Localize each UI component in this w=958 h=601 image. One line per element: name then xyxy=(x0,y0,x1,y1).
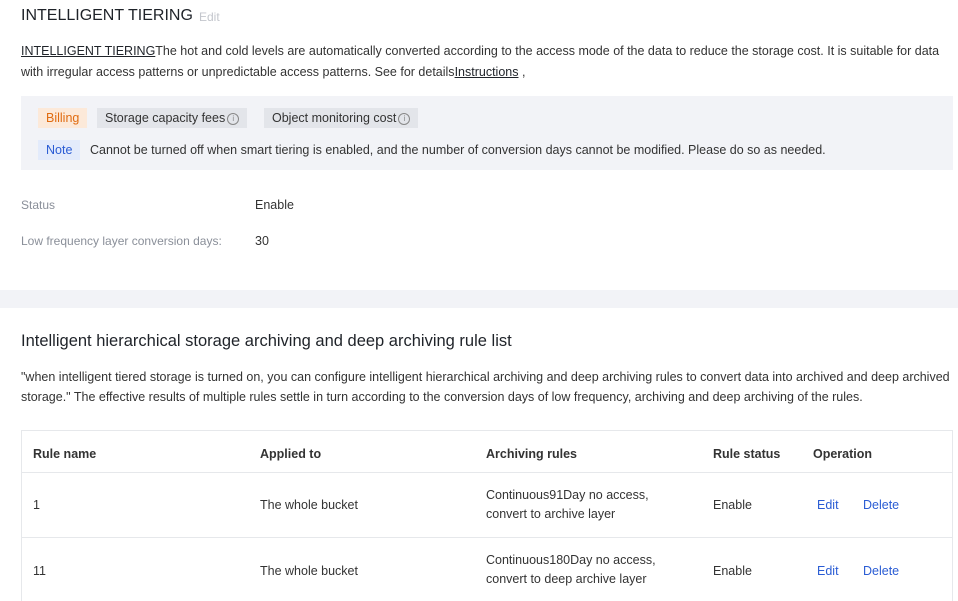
edit-rule-link[interactable]: Edit xyxy=(817,564,839,578)
archiving-rule-cell: Continuous180Day no access, convert to d… xyxy=(486,551,656,589)
header-archiving-rules: Archiving rules xyxy=(486,447,577,461)
rules-section-description: "when intelligent tiered storage is turn… xyxy=(21,370,950,404)
header-rule-name: Rule name xyxy=(33,447,97,461)
tiering-term-link[interactable]: INTELLIGENT TIERING xyxy=(21,44,155,58)
conversion-days-label: Low frequency layer conversion days: xyxy=(21,234,222,248)
intelligent-tiering-section: INTELLIGENT TIERING Edit INTELLIGENT TIE… xyxy=(0,0,958,290)
info-icon[interactable]: i xyxy=(227,113,240,125)
info-icon[interactable]: i xyxy=(398,113,411,125)
desc-end: , xyxy=(518,65,526,79)
header-applied-to: Applied to xyxy=(260,447,322,461)
row-divider xyxy=(22,472,952,473)
billing-tag: Billing xyxy=(38,108,88,128)
note-text: Cannot be turned off when smart tiering … xyxy=(90,143,826,157)
rule-name-cell: 1 xyxy=(33,498,40,512)
header-operation: Operation xyxy=(813,447,873,461)
rules-section: Intelligent hierarchical storage archivi… xyxy=(0,308,958,601)
object-monitoring-cost-label: Object monitoring cost xyxy=(272,111,397,125)
status-label: Status xyxy=(21,198,56,212)
delete-rule-link[interactable]: Delete xyxy=(863,564,899,578)
rule-status-cell: Enable xyxy=(713,564,752,578)
status-value: Enable xyxy=(255,198,294,212)
rules-table: Rule name Applied to Archiving rules Rul… xyxy=(21,430,953,601)
storage-capacity-fees-label: Storage capacity fees xyxy=(105,111,226,125)
object-monitoring-cost-tag[interactable]: Object monitoring cost i xyxy=(264,108,419,128)
section-title: INTELLIGENT TIERING xyxy=(21,7,193,24)
archiving-rule-line: Continuous91Day no access, xyxy=(486,488,649,502)
rule-status-cell: Enable xyxy=(713,498,752,512)
rule-name-cell: 11 xyxy=(33,564,46,578)
archiving-rule-line: convert to archive layer xyxy=(486,507,616,521)
header-rule-status: Rule status xyxy=(713,447,781,461)
archiving-rule-cell: Continuous91Day no access, convert to ar… xyxy=(486,486,649,524)
row-divider xyxy=(22,537,952,538)
rules-section-title: Intelligent hierarchical storage archivi… xyxy=(21,332,512,350)
archiving-rule-line: convert to deep archive layer xyxy=(486,572,647,586)
applied-to-cell: The whole bucket xyxy=(260,564,358,578)
section-divider xyxy=(0,290,958,308)
edit-tiering-link[interactable]: Edit xyxy=(199,10,220,24)
archiving-rule-line: Continuous180Day no access, xyxy=(486,553,656,567)
instructions-link[interactable]: Instructions xyxy=(455,65,519,79)
tiering-description: INTELLIGENT TIERINGThe hot and cold leve… xyxy=(21,41,941,83)
note-tag: Note xyxy=(38,140,81,160)
billing-notice-box: Billing Storage capacity fees i Object mo… xyxy=(21,96,953,170)
conversion-days-value: 30 xyxy=(255,234,269,248)
delete-rule-link[interactable]: Delete xyxy=(863,498,899,512)
storage-capacity-fees-tag[interactable]: Storage capacity fees i xyxy=(97,108,248,128)
applied-to-cell: The whole bucket xyxy=(260,498,358,512)
edit-rule-link[interactable]: Edit xyxy=(817,498,839,512)
